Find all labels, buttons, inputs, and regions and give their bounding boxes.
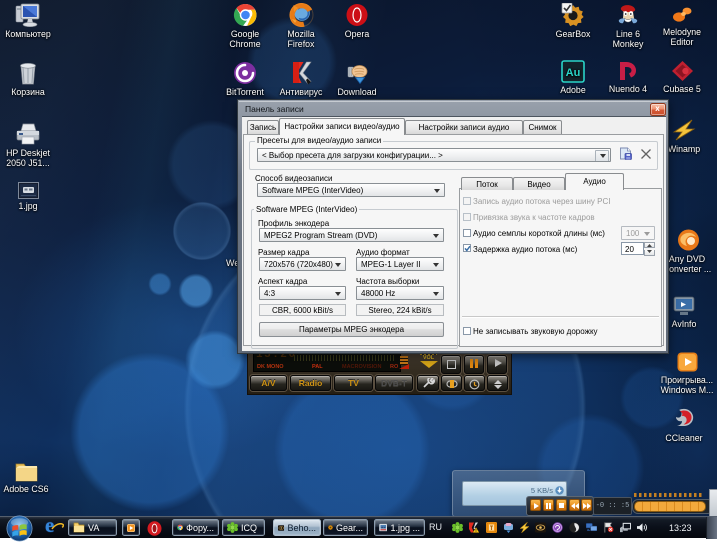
svg-text:Au: Au [566,67,581,79]
